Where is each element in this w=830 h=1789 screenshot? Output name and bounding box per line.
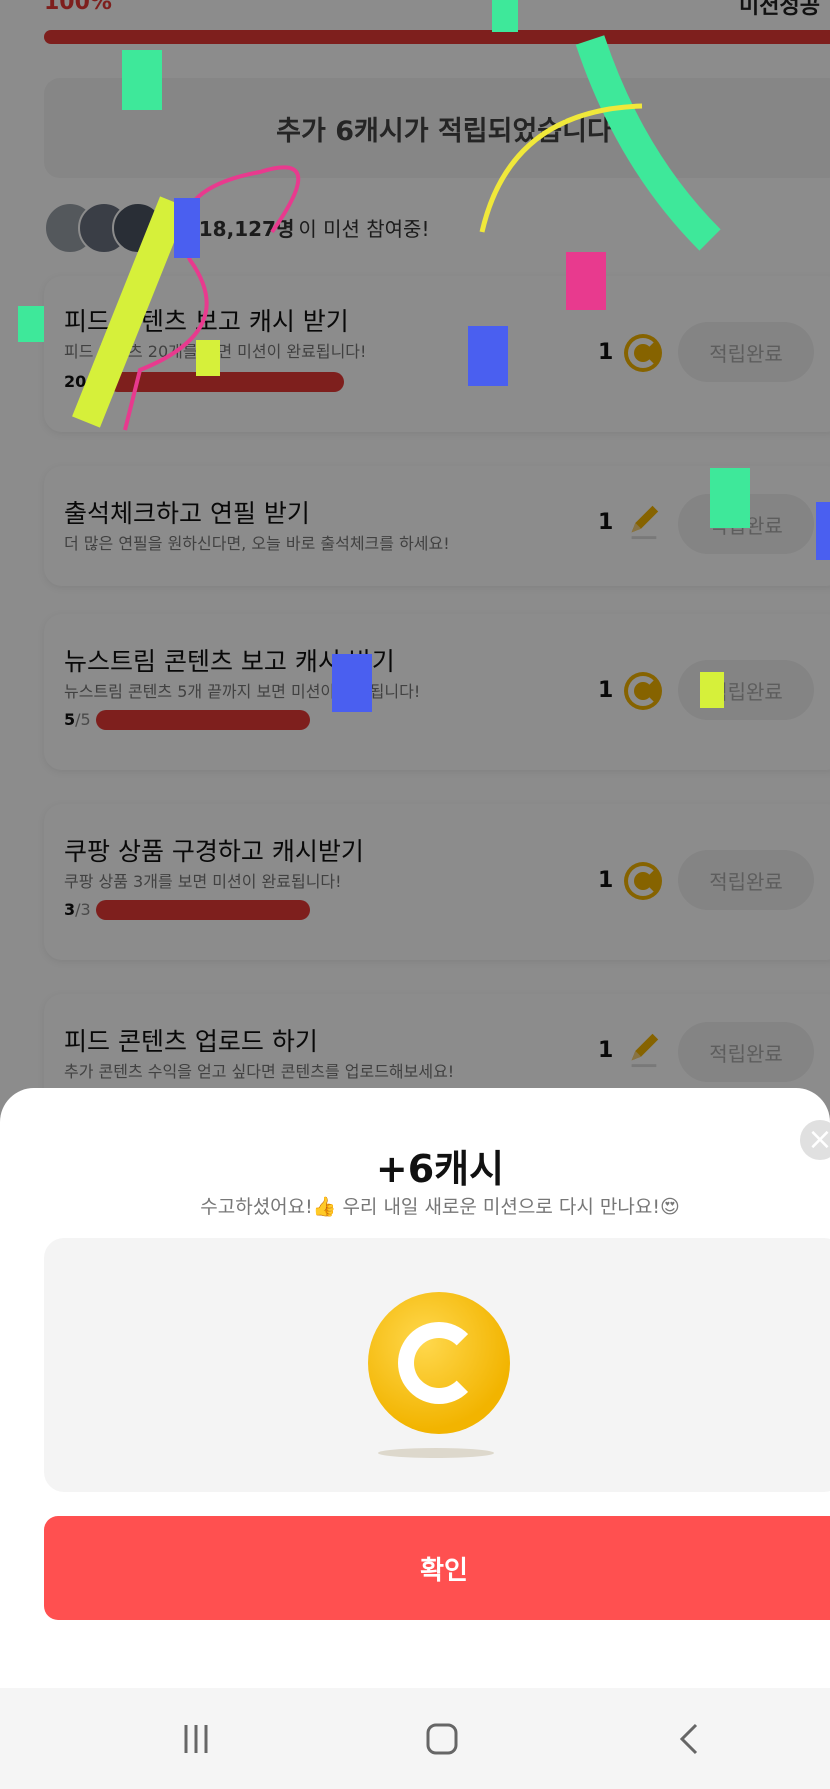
confirm-button[interactable]: 확인: [44, 1516, 830, 1620]
coin-icon: [368, 1292, 510, 1434]
system-navigation-bar: [0, 1688, 830, 1789]
reward-bottom-sheet: × +6캐시 수고하셨어요!👍 우리 내일 새로운 미션으로 다시 만나요!😍 …: [0, 1088, 830, 1688]
recent-apps-icon[interactable]: [160, 1688, 232, 1789]
back-icon[interactable]: [654, 1688, 726, 1789]
coin-letter-c: [398, 1322, 480, 1404]
home-icon[interactable]: [406, 1688, 478, 1789]
coin-display: [44, 1238, 830, 1492]
coin-shadow: [378, 1448, 494, 1458]
reward-subtitle: 수고하셨어요!👍 우리 내일 새로운 미션으로 다시 만나요!😍: [200, 1196, 680, 1218]
mission-page: 100% 미션성공 추가 6캐시가 적립되었습니다 금, 18,127명 이 미…: [0, 0, 830, 1789]
reward-title: +6캐시: [375, 1147, 505, 1191]
